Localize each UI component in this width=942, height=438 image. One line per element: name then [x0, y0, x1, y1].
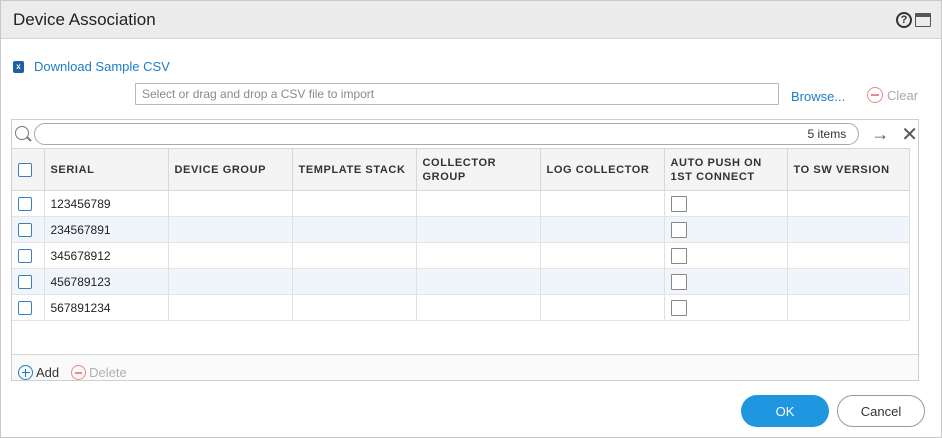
minus-circle-icon — [71, 365, 87, 380]
row-checkbox[interactable] — [18, 196, 32, 211]
ok-button[interactable]: OK — [741, 395, 829, 427]
arrow-right-icon[interactable]: → — [871, 124, 889, 145]
table-row[interactable]: 567891234 — [12, 294, 910, 321]
row-select-cell — [12, 242, 45, 269]
auto-push-checkbox[interactable] — [670, 273, 687, 290]
auto-push-checkbox[interactable] — [670, 195, 687, 212]
serial-cell: 345678912 — [44, 242, 169, 269]
serial-cell: 567891234 — [44, 294, 169, 321]
template-stack-cell[interactable] — [292, 190, 417, 217]
item-count: 5 items — [807, 127, 847, 141]
column-header-auto-push[interactable]: AUTO PUSH ON 1ST CONNECT — [664, 148, 788, 191]
delete-label: Delete — [89, 365, 127, 380]
auto-push-cell — [664, 190, 788, 217]
table-row[interactable]: 456789123 — [12, 268, 910, 295]
log-collector-cell[interactable] — [540, 268, 665, 295]
table-row[interactable]: 234567891 — [12, 216, 910, 243]
device-association-dialog: Device Association ? x Download Sample C… — [0, 0, 942, 438]
grid-footer-toolbar: Add Delete — [12, 354, 918, 380]
device-table: SERIAL DEVICE GROUP TEMPLATE STACK COLLE… — [12, 148, 910, 321]
csv-file-input[interactable] — [135, 83, 779, 105]
serial-cell: 456789123 — [44, 268, 169, 295]
clear-button[interactable]: Clear — [867, 87, 918, 103]
clear-label: Clear — [887, 87, 919, 103]
select-all-checkbox[interactable] — [18, 162, 32, 177]
collector-group-cell[interactable] — [416, 294, 541, 321]
template-stack-cell[interactable] — [292, 216, 417, 243]
close-icon[interactable]: ✕ — [901, 122, 918, 147]
dialog-title: Device Association — [13, 9, 156, 29]
title-icons: ? — [896, 11, 931, 28]
sw-version-cell[interactable] — [787, 242, 910, 269]
window-icon[interactable] — [915, 12, 931, 27]
row-select-cell — [12, 268, 45, 295]
row-select-cell — [12, 294, 45, 321]
column-header-sw-version[interactable]: TO SW VERSION — [787, 148, 910, 191]
auto-push-checkbox[interactable] — [670, 299, 687, 316]
row-checkbox[interactable] — [18, 222, 32, 237]
collector-group-cell[interactable] — [416, 190, 541, 217]
auto-push-checkbox[interactable] — [670, 221, 687, 238]
browse-link[interactable]: Browse... — [791, 89, 845, 104]
table-header-row: SERIAL DEVICE GROUP TEMPLATE STACK COLLE… — [12, 148, 910, 191]
template-stack-cell[interactable] — [292, 268, 417, 295]
log-collector-cell[interactable] — [540, 242, 665, 269]
row-checkbox[interactable] — [18, 300, 32, 315]
row-checkbox[interactable] — [18, 274, 32, 289]
cancel-button[interactable]: Cancel — [837, 395, 925, 427]
sw-version-cell[interactable] — [787, 294, 910, 321]
sw-version-cell[interactable] — [787, 216, 910, 243]
log-collector-cell[interactable] — [540, 190, 665, 217]
template-stack-cell[interactable] — [292, 294, 417, 321]
template-stack-cell[interactable] — [292, 242, 417, 269]
search-icon — [14, 124, 34, 144]
table-row[interactable]: 123456789 — [12, 190, 910, 217]
log-collector-cell[interactable] — [540, 294, 665, 321]
table-row[interactable]: 345678912 — [12, 242, 910, 269]
sw-version-cell[interactable] — [787, 190, 910, 217]
log-collector-cell[interactable] — [540, 216, 665, 243]
device-grid-panel: 5 items → ✕ SERIAL DEVICE GROUP TEMPLATE… — [11, 119, 919, 381]
row-select-cell — [12, 216, 45, 243]
auto-push-cell — [664, 268, 788, 295]
device-group-cell[interactable] — [168, 294, 293, 321]
device-group-cell[interactable] — [168, 268, 293, 295]
collector-group-cell[interactable] — [416, 242, 541, 269]
column-header-serial[interactable]: SERIAL — [44, 148, 169, 191]
auto-push-cell — [664, 242, 788, 269]
device-group-cell[interactable] — [168, 242, 293, 269]
download-sample-csv-link[interactable]: Download Sample CSV — [34, 59, 170, 74]
grid-search-input[interactable]: 5 items — [33, 123, 860, 145]
select-all-header — [12, 148, 45, 191]
collector-group-cell[interactable] — [416, 216, 541, 243]
plus-circle-icon — [18, 365, 33, 380]
add-label: Add — [36, 365, 60, 380]
dialog-titlebar: Device Association ? — [1, 1, 941, 39]
auto-push-cell — [664, 294, 788, 321]
csv-file-icon: x — [13, 60, 24, 73]
grid-search-row: 5 items → ✕ — [12, 120, 918, 148]
column-header-template-stack[interactable]: TEMPLATE STACK — [292, 148, 417, 191]
auto-push-cell — [664, 216, 788, 243]
serial-cell: 123456789 — [44, 190, 169, 217]
device-group-cell[interactable] — [168, 216, 293, 243]
serial-cell: 234567891 — [44, 216, 169, 243]
auto-push-checkbox[interactable] — [670, 247, 687, 264]
add-button[interactable]: Add — [18, 365, 59, 380]
download-sample-row: x Download Sample CSV — [13, 59, 170, 74]
column-header-collector-group[interactable]: COLLECTOR GROUP — [416, 148, 541, 191]
column-header-device-group[interactable]: DEVICE GROUP — [168, 148, 293, 191]
row-checkbox[interactable] — [18, 248, 32, 263]
minus-circle-icon — [867, 87, 883, 103]
row-select-cell — [12, 190, 45, 217]
delete-button[interactable]: Delete — [71, 365, 127, 380]
collector-group-cell[interactable] — [416, 268, 541, 295]
device-group-cell[interactable] — [168, 190, 293, 217]
help-icon[interactable]: ? — [896, 11, 912, 28]
column-header-log-collector[interactable]: LOG COLLECTOR — [540, 148, 665, 191]
sw-version-cell[interactable] — [787, 268, 910, 295]
